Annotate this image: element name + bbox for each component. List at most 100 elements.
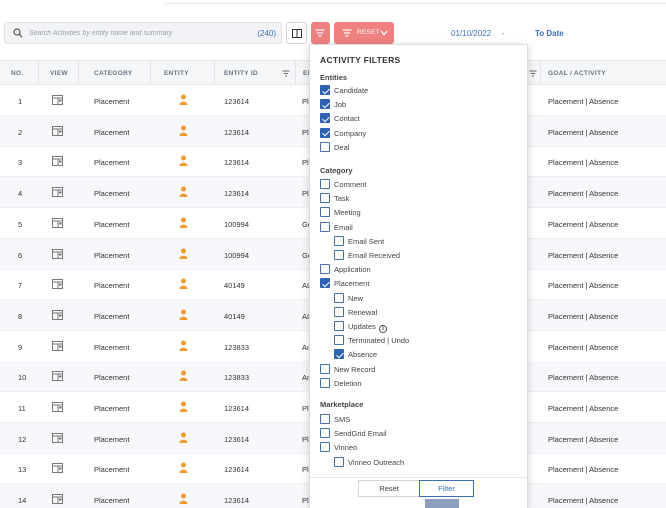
row-category: Placement (94, 434, 130, 444)
entities-group-label: Entities (320, 73, 348, 82)
search-icon (13, 28, 23, 38)
option-label: Email (334, 222, 353, 232)
option-label: Candidate (334, 86, 369, 95)
row-entity-name[interactable]: Pl (302, 496, 309, 505)
row-number: 8 (18, 311, 23, 321)
option-label: Meeting (334, 208, 361, 218)
row-entity-id: 123614 (224, 434, 250, 444)
column-divider (214, 61, 215, 84)
row-number: 12 (18, 434, 27, 444)
checkbox[interactable] (334, 306, 344, 317)
checkbox[interactable] (334, 321, 344, 331)
col-goal-activity[interactable]: GOAL / ACTIVITY (548, 70, 606, 77)
col-entity[interactable]: ENTITY (164, 70, 189, 77)
view-record-icon[interactable] (52, 156, 63, 167)
checkbox[interactable] (320, 207, 330, 218)
checkbox[interactable] (320, 377, 330, 388)
checkbox[interactable] (320, 363, 330, 374)
row-entity-name[interactable]: Pl (302, 465, 309, 474)
checkbox[interactable] (320, 414, 330, 424)
info-icon[interactable]: i (378, 325, 387, 333)
reset-button[interactable]: RESET (334, 22, 394, 44)
checkbox[interactable] (334, 250, 344, 260)
row-entity-id: 123833 (224, 342, 250, 352)
checkbox[interactable] (320, 264, 330, 275)
checkbox[interactable] (320, 278, 330, 289)
view-record-icon[interactable] (52, 279, 63, 290)
row-entity-name[interactable]: Pl (302, 435, 309, 444)
option-label: Vinneo Outreach (348, 457, 405, 467)
checkbox[interactable] (320, 442, 330, 453)
person-icon (179, 278, 188, 290)
view-record-icon[interactable] (52, 217, 63, 228)
date-from[interactable]: 01/10/2022 (451, 29, 491, 38)
col-entity-id[interactable]: ENTITY ID (224, 70, 258, 77)
row-number: 11 (18, 404, 26, 413)
col-category[interactable]: CATEGORY (94, 70, 133, 77)
view-record-icon[interactable] (52, 309, 63, 320)
checkbox[interactable] (320, 141, 330, 152)
view-record-icon[interactable] (52, 402, 63, 412)
row-number: 7 (18, 281, 23, 291)
view-record-icon[interactable] (52, 432, 63, 443)
row-entity-name[interactable]: Pl (302, 158, 309, 167)
view-record-icon[interactable] (52, 371, 63, 382)
row-number: 10 (18, 373, 27, 383)
filter-icon[interactable] (529, 70, 537, 77)
column-divider (78, 61, 79, 84)
filter-button[interactable] (311, 22, 330, 44)
checkbox[interactable] (320, 193, 330, 204)
filter-icon[interactable] (282, 70, 290, 77)
row-number: 4 (18, 189, 23, 199)
option-label: New Record (334, 364, 376, 374)
checkbox[interactable] (320, 99, 330, 110)
view-record-icon[interactable] (52, 463, 63, 474)
person-icon (179, 340, 188, 351)
option-label: Task (334, 194, 350, 204)
checkbox[interactable] (320, 85, 330, 95)
view-record-icon[interactable] (52, 125, 63, 136)
row-entity-name[interactable]: Pl (302, 97, 309, 106)
person-icon (179, 462, 188, 474)
checkbox[interactable] (320, 179, 330, 189)
date-separator: - (502, 29, 505, 38)
option-label: Job (334, 100, 347, 110)
col-no[interactable]: NO. (11, 70, 23, 77)
checkbox[interactable] (334, 335, 344, 346)
columns-button[interactable] (286, 22, 307, 44)
view-record-icon[interactable] (52, 187, 63, 198)
row-number: 9 (18, 342, 23, 352)
filters-title: ACTIVITY FILTERS (320, 55, 401, 65)
checkbox[interactable] (320, 113, 330, 124)
category-group-label: Category (320, 166, 353, 175)
view-record-icon[interactable] (52, 95, 63, 105)
option-label: Terminated | Undo (348, 336, 410, 346)
row-goal-activity: Placement | Absence (548, 404, 619, 413)
filters-apply-button[interactable]: Filter (419, 480, 474, 497)
checkbox[interactable] (334, 349, 344, 360)
view-record-icon[interactable] (52, 340, 63, 351)
search-input[interactable] (29, 27, 249, 40)
view-record-icon[interactable] (52, 248, 63, 259)
row-goal-activity: Placement | Absence (548, 189, 619, 199)
filters-reset-button[interactable]: Reset (358, 480, 420, 497)
row-entity-id: 123614 (224, 158, 250, 168)
checkbox[interactable] (320, 428, 330, 439)
checkbox[interactable] (334, 292, 344, 303)
row-entity-name[interactable]: Pl (302, 404, 309, 413)
option-label: Email Sent (348, 236, 385, 246)
checkbox[interactable] (320, 127, 330, 138)
row-entity-name[interactable]: Pl (302, 189, 309, 198)
view-record-icon[interactable] (52, 494, 63, 505)
checkbox[interactable] (334, 235, 344, 246)
row-entity-name[interactable]: Pl (302, 128, 309, 137)
row-category: Placement (94, 404, 130, 413)
filter-icon (315, 29, 325, 37)
checkbox[interactable] (334, 456, 344, 467)
date-to[interactable]: To Date (535, 29, 564, 38)
col-view[interactable]: VIEW (50, 70, 68, 77)
person-icon (179, 94, 188, 105)
checkbox[interactable] (320, 221, 330, 232)
row-number: 1 (18, 97, 23, 106)
option-label: SMS (334, 415, 351, 424)
